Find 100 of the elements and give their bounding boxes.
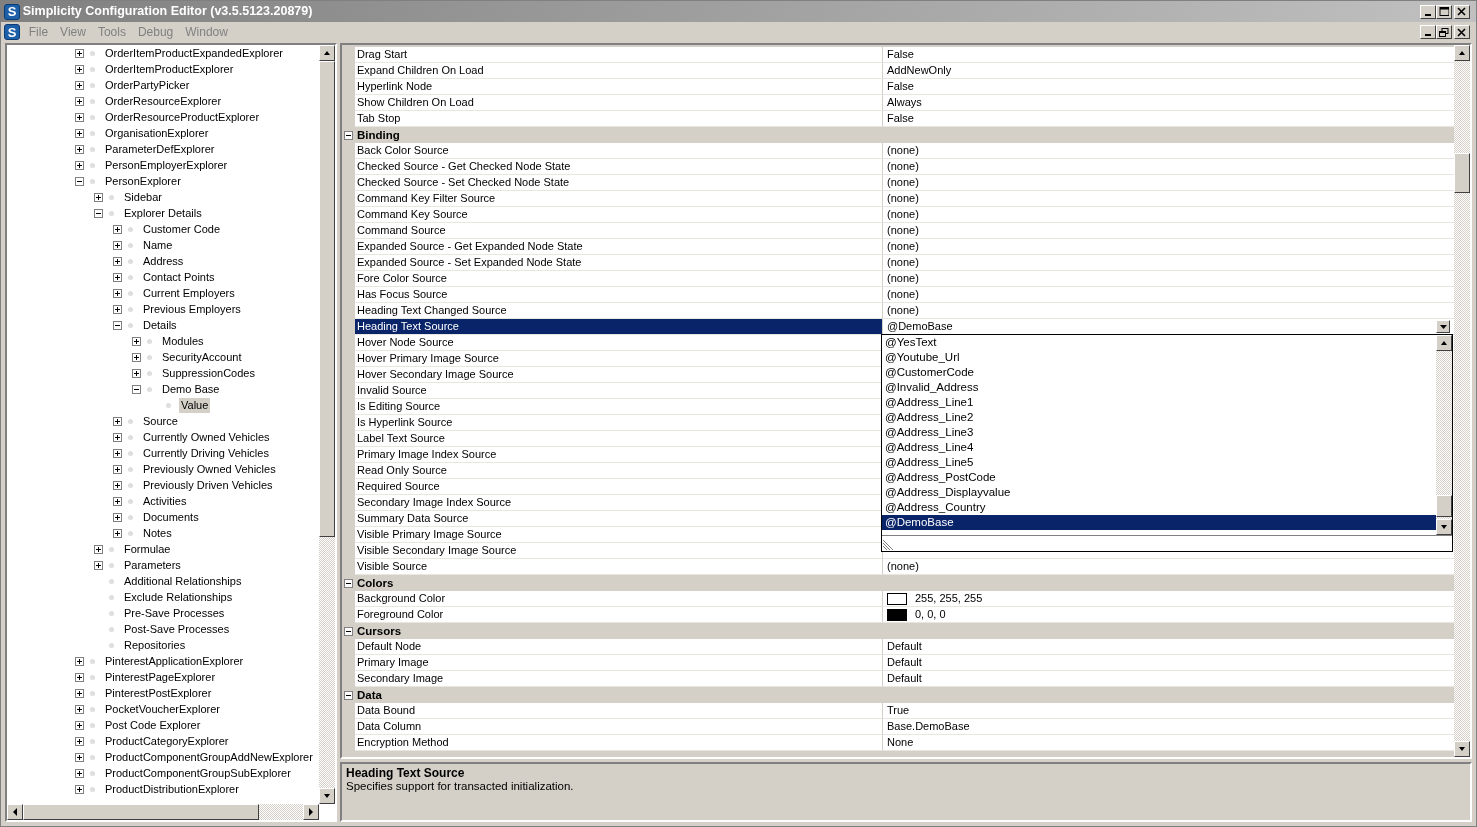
tree-item[interactable]: Currently Driving Vehicles [141, 445, 271, 461]
expand-icon[interactable] [132, 352, 141, 362]
scroll-up-button[interactable] [1436, 335, 1452, 351]
tree-item[interactable]: PocketVoucherExplorer [103, 701, 222, 717]
tree-item[interactable]: SecurityAccount [160, 349, 244, 365]
tree-item[interactable]: Previous Employers [141, 301, 243, 317]
expand-icon[interactable] [75, 768, 84, 778]
expand-icon[interactable] [75, 704, 84, 714]
tree-item[interactable]: ParameterDefExplorer [103, 141, 217, 157]
expand-icon[interactable] [75, 720, 84, 730]
property-name[interactable]: Tab Stop [355, 111, 883, 127]
expand-icon[interactable] [75, 656, 84, 666]
property-name[interactable]: Primary Image [355, 655, 883, 671]
tree-item[interactable]: Source [141, 413, 180, 429]
property-name[interactable]: Command Key Filter Source [355, 191, 883, 207]
tree-item[interactable]: Previously Driven Vehicles [141, 477, 275, 493]
scroll-thumb[interactable] [1436, 495, 1452, 517]
property-name[interactable]: Is Editing Source [355, 399, 883, 415]
property-name[interactable]: Hover Primary Image Source [355, 351, 883, 367]
expand-icon[interactable] [75, 64, 84, 74]
property-name[interactable]: Checked Source - Set Checked Node State [355, 175, 883, 191]
property-name[interactable]: Expand Children On Load [355, 63, 883, 79]
property-name[interactable]: Fore Color Source [355, 271, 883, 287]
collapse-icon[interactable] [132, 384, 141, 394]
collapse-icon[interactable] [75, 176, 84, 186]
tree-item[interactable]: ProductCategoryExplorer [103, 733, 231, 749]
expand-icon[interactable] [75, 672, 84, 682]
tree-item[interactable]: Demo Base [160, 381, 222, 397]
scroll-down-button[interactable] [1436, 519, 1452, 535]
tree-item[interactable]: Parameters [122, 557, 183, 573]
tree-item[interactable]: Details [141, 317, 179, 333]
collapse-icon[interactable] [344, 626, 353, 636]
expand-icon[interactable] [94, 544, 103, 554]
dropdown-option[interactable]: @Address_Country [882, 500, 1436, 515]
maximize-button[interactable] [1436, 4, 1453, 19]
property-name[interactable]: Heading Text Changed Source [355, 303, 883, 319]
expand-icon[interactable] [113, 496, 122, 506]
expand-icon[interactable] [75, 80, 84, 90]
tree-item[interactable]: Activities [141, 493, 189, 509]
property-name[interactable]: Background Color [355, 591, 883, 607]
tree-item[interactable]: OrderResourceExplorer [103, 93, 224, 109]
dropdown-option[interactable]: @Address_Line3 [882, 425, 1436, 440]
dropdown-option[interactable]: @CustomerCode [882, 365, 1436, 380]
tree-item[interactable]: Documents [141, 509, 201, 525]
dropdown-option[interactable]: @Address_PostCode [882, 470, 1436, 485]
tree-item[interactable]: Contact Points [141, 269, 217, 285]
tree-item[interactable]: Repositories [122, 637, 188, 653]
tree-item[interactable]: Explorer Details [122, 205, 204, 221]
property-name[interactable]: Data Column [355, 719, 883, 735]
expand-icon[interactable] [75, 144, 84, 154]
collapse-icon[interactable] [344, 130, 353, 140]
tree-item[interactable]: Currently Owned Vehicles [141, 429, 272, 445]
minimize-button[interactable] [1420, 4, 1437, 19]
property-name[interactable]: Visible Source [355, 559, 883, 575]
tree-item[interactable]: Customer Code [141, 221, 223, 237]
tree-item[interactable]: ProductComponentGroupSubExplorer [103, 765, 293, 781]
property-name[interactable]: Expanded Source - Get Expanded Node State [355, 239, 883, 255]
property-name[interactable]: Default Node [355, 639, 883, 655]
expand-icon[interactable] [113, 240, 122, 250]
tree-item[interactable]: Exclude Relationships [122, 589, 235, 605]
dropdown-button[interactable] [1436, 320, 1450, 333]
expand-icon[interactable] [113, 288, 122, 298]
expand-icon[interactable] [75, 112, 84, 122]
expand-icon[interactable] [113, 464, 122, 474]
tree-item[interactable]: ProductComponentGroupAddNewExplorer [103, 749, 315, 765]
dropdown-option[interactable]: @DemoBase [882, 515, 1436, 530]
tree-item[interactable]: OrderItemProductExplorer [103, 61, 236, 77]
property-name[interactable]: Visible Secondary Image Source [355, 543, 883, 559]
expand-icon[interactable] [113, 224, 122, 234]
tree-item[interactable]: PinterestPageExplorer [103, 669, 218, 685]
tree-item[interactable]: OrganisationExplorer [103, 125, 211, 141]
property-name[interactable]: Invalid Source [355, 383, 883, 399]
property-name[interactable]: Required Source [355, 479, 883, 495]
dropdown-option[interactable]: @Address_Line5 [882, 455, 1436, 470]
expand-icon[interactable] [75, 736, 84, 746]
expand-icon[interactable] [113, 272, 122, 282]
scroll-up-button[interactable] [319, 45, 335, 61]
dropdown-option[interactable]: @Invalid_Address [882, 380, 1436, 395]
property-name[interactable]: Read Only Source [355, 463, 883, 479]
dropdown-option[interactable]: @YesText [882, 335, 1436, 350]
tree-item[interactable]: Name [141, 237, 175, 253]
tree-item[interactable]: Pre-Save Processes [122, 605, 227, 621]
property-name[interactable]: Visible Primary Image Source [355, 527, 883, 543]
expand-icon[interactable] [75, 96, 84, 106]
expand-icon[interactable] [132, 336, 141, 346]
expand-icon[interactable] [75, 128, 84, 138]
collapse-icon[interactable] [94, 208, 103, 218]
collapse-icon[interactable] [344, 690, 353, 700]
expand-icon[interactable] [94, 560, 103, 570]
tree-item[interactable]: SuppressionCodes [160, 365, 257, 381]
property-name[interactable]: Is Hyperlink Source [355, 415, 883, 431]
property-name[interactable]: Hyperlink Node [355, 79, 883, 95]
property-name[interactable]: Expanded Source - Set Expanded Node State [355, 255, 883, 271]
tree-item[interactable]: Address [141, 253, 186, 269]
property-name[interactable]: Command Source [355, 223, 883, 239]
property-name[interactable]: Heading Text Source [355, 319, 883, 335]
close-button[interactable] [1454, 4, 1471, 19]
tree-item[interactable]: Modules [160, 333, 206, 349]
tree-item[interactable]: Sidebar [122, 189, 164, 205]
tree-item[interactable]: Previously Owned Vehicles [141, 461, 278, 477]
